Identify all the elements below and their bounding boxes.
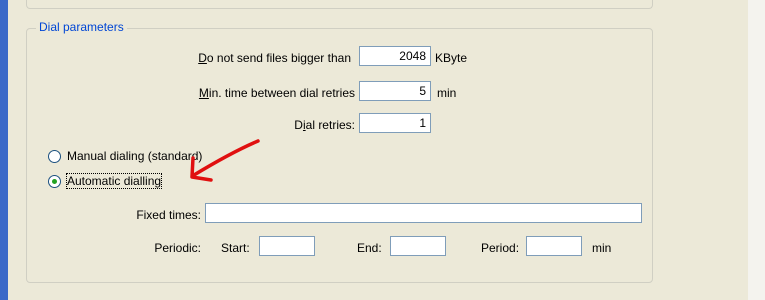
- radio-selected-dot: [52, 179, 57, 184]
- min-time-unit: min: [437, 86, 457, 100]
- manual-dialing-radio[interactable]: [48, 150, 61, 163]
- upper-groupbox-edge: [26, 0, 653, 9]
- min-time-label: Min. time between dial retries: [198, 86, 355, 100]
- periodic-label: Periodic:: [154, 241, 201, 255]
- dial-retries-label: Dial retries:: [294, 118, 355, 132]
- max-size-unit: KByte: [435, 51, 468, 65]
- manual-dialing-label[interactable]: Manual dialing (standard): [67, 149, 202, 163]
- dialog-right-edge: [748, 0, 765, 300]
- automatic-dialing-label[interactable]: Automatic dialling: [65, 173, 163, 189]
- end-label: End:: [357, 241, 382, 255]
- automatic-dialing-radio[interactable]: [48, 175, 61, 188]
- period-input[interactable]: [526, 236, 582, 256]
- start-input[interactable]: [259, 236, 315, 256]
- period-unit: min: [592, 241, 612, 255]
- start-label: Start:: [221, 241, 250, 255]
- fixed-times-label: Fixed times:: [136, 208, 201, 222]
- fixed-times-input[interactable]: [205, 203, 642, 223]
- dial-retries-input[interactable]: [359, 113, 431, 133]
- end-input[interactable]: [390, 236, 446, 256]
- group-title: Dial parameters: [36, 20, 127, 34]
- max-size-input[interactable]: [359, 46, 431, 66]
- min-time-input[interactable]: [359, 81, 431, 101]
- accent-bar: [0, 0, 8, 300]
- period-label: Period:: [481, 241, 520, 255]
- max-size-label: Do not send files bigger than: [198, 51, 351, 65]
